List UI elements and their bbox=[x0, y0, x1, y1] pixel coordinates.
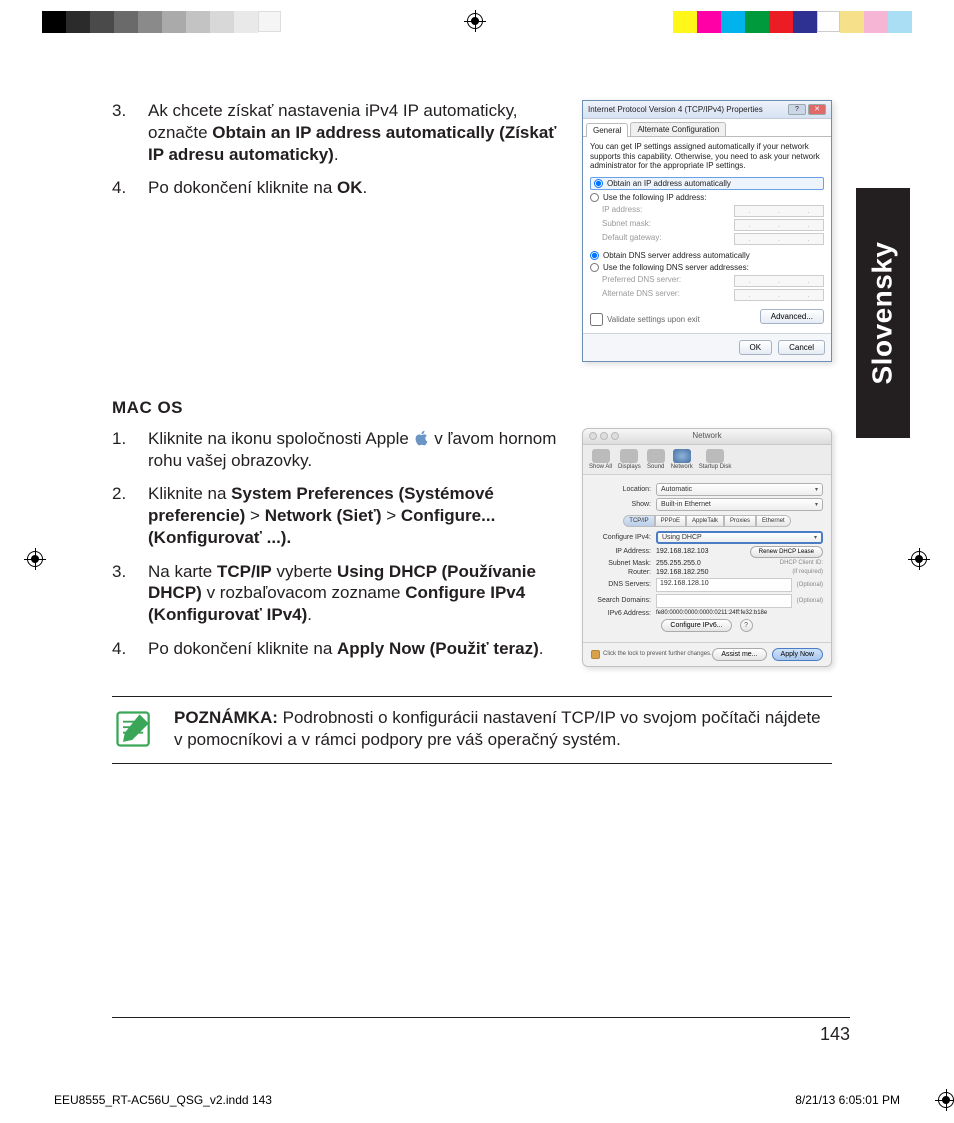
note-label: POZNÁMKA: bbox=[174, 708, 278, 727]
steps-macos: 1. Kliknite na ikonu spoločnosti Apple v… bbox=[112, 428, 564, 660]
win-adns-field[interactable]: ... bbox=[734, 289, 824, 301]
registration-mark-icon bbox=[908, 548, 930, 570]
mac-zoom-icon[interactable] bbox=[611, 432, 619, 440]
mac-tb-displays[interactable]: Displays bbox=[618, 449, 641, 470]
apple-icon bbox=[414, 430, 430, 446]
page-number: 143 bbox=[820, 1024, 850, 1045]
slug-datetime: 8/21/13 6:05:01 PM bbox=[795, 1093, 900, 1107]
win-description: You can get IP settings assigned automat… bbox=[590, 142, 824, 171]
mac-minimize-icon[interactable] bbox=[600, 432, 608, 440]
mac-assist-button[interactable]: Assist me... bbox=[712, 648, 766, 661]
mac-tab-ethernet[interactable]: Ethernet bbox=[756, 515, 791, 527]
registration-mark-icon bbox=[24, 548, 46, 570]
mac-tab-pppoe[interactable]: PPPoE bbox=[655, 515, 686, 527]
mac-tabs: TCP/IP PPPoE AppleTalk Proxies Ethernet bbox=[591, 515, 823, 527]
mac-show-select[interactable]: Built-in Ethernet▾ bbox=[656, 498, 823, 511]
win-gateway-field[interactable]: ... bbox=[734, 233, 824, 245]
mac-configure-ipv4-select[interactable]: Using DHCP▾ bbox=[656, 531, 823, 544]
mac-network-dialog: Network Show All Displays Sound Network … bbox=[582, 428, 832, 667]
mac-location-select[interactable]: Automatic▾ bbox=[656, 483, 823, 496]
win-tab-general[interactable]: General bbox=[586, 123, 628, 137]
win-tab-alternate[interactable]: Alternate Configuration bbox=[630, 122, 726, 136]
macstep-1: 1. Kliknite na ikonu spoločnosti Apple v… bbox=[112, 428, 564, 472]
slug-file: EEU8555_RT-AC56U_QSG_v2.indd 143 bbox=[54, 1093, 272, 1107]
mac-tb-sound[interactable]: Sound bbox=[647, 449, 665, 470]
note-box: POZNÁMKA: Podrobnosti o konfigurácii nas… bbox=[112, 696, 832, 764]
language-tab-label: Slovensky bbox=[867, 241, 899, 384]
mac-help-icon[interactable]: ? bbox=[740, 619, 753, 632]
mac-tb-startup[interactable]: Startup Disk bbox=[699, 449, 732, 470]
registration-mark-icon bbox=[935, 1089, 954, 1111]
win-radio-use-ip[interactable]: Use the following IP address: bbox=[590, 193, 824, 202]
mac-search-field[interactable] bbox=[656, 594, 792, 608]
mac-tab-appletalk[interactable]: AppleTalk bbox=[686, 515, 724, 527]
windows-ipv4-dialog: Internet Protocol Version 4 (TCP/IPv4) P… bbox=[582, 100, 832, 362]
win-pdns-field[interactable]: ... bbox=[734, 275, 824, 287]
win-help-icon[interactable]: ? bbox=[788, 104, 806, 115]
macos-heading: MAC OS bbox=[112, 398, 832, 418]
macstep-3: 3. Na karte TCP/IP vyberte Using DHCP (P… bbox=[112, 561, 564, 626]
steps-windows: 3. Ak chcete získať nastavenia iPv4 IP a… bbox=[112, 100, 564, 199]
win-advanced-button[interactable]: Advanced... bbox=[760, 309, 824, 324]
win-ok-button[interactable]: OK bbox=[739, 340, 773, 355]
registration-mark-icon bbox=[464, 10, 486, 32]
step-4: 4. Po dokončení kliknite na OK. bbox=[112, 177, 564, 199]
page: Slovensky 3. Ak chcete získať nastavenia… bbox=[52, 60, 900, 1065]
win-mask-field[interactable]: ... bbox=[734, 219, 824, 231]
win-radio-use-dns[interactable]: Use the following DNS server addresses: bbox=[590, 263, 824, 272]
mac-tb-network[interactable]: Network bbox=[671, 449, 693, 470]
macstep-4: 4. Po dokončení kliknite na Apply Now (P… bbox=[112, 638, 564, 660]
page-footer: 143 bbox=[112, 1017, 850, 1045]
win-ip-field[interactable]: ... bbox=[734, 205, 824, 217]
mac-apply-button[interactable]: Apply Now bbox=[772, 648, 823, 661]
mac-dns-field[interactable]: 192.168.128.10 bbox=[656, 578, 792, 592]
mac-configure-ipv6-button[interactable]: Configure IPv6... bbox=[661, 619, 731, 632]
mac-close-icon[interactable] bbox=[589, 432, 597, 440]
win-radio-auto-dns[interactable]: Obtain DNS server address automatically bbox=[590, 251, 824, 260]
macstep-2: 2. Kliknite na System Preferences (Systé… bbox=[112, 483, 564, 548]
win-radio-auto-ip[interactable]: Obtain an IP address automatically bbox=[590, 177, 824, 190]
win-close-icon[interactable]: ✕ bbox=[808, 104, 826, 115]
mac-renew-button[interactable]: Renew DHCP Lease bbox=[750, 546, 823, 558]
mac-toolbar: Show All Displays Sound Network Startup … bbox=[583, 445, 831, 475]
mac-lock[interactable]: Click the lock to prevent further change… bbox=[591, 650, 712, 659]
note-icon bbox=[112, 707, 156, 751]
win-title-text: Internet Protocol Version 4 (TCP/IPv4) P… bbox=[588, 105, 763, 114]
language-tab: Slovensky bbox=[856, 188, 910, 438]
mac-tab-tcpip[interactable]: TCP/IP bbox=[623, 515, 654, 527]
step-3: 3. Ak chcete získať nastavenia iPv4 IP a… bbox=[112, 100, 564, 165]
win-validate-check[interactable]: Validate settings upon exit bbox=[590, 313, 700, 326]
print-slug: EEU8555_RT-AC56U_QSG_v2.indd 143 8/21/13… bbox=[54, 1089, 900, 1111]
mac-tab-proxies[interactable]: Proxies bbox=[724, 515, 756, 527]
lock-icon bbox=[591, 650, 600, 659]
mac-tb-showall[interactable]: Show All bbox=[589, 449, 612, 470]
win-cancel-button[interactable]: Cancel bbox=[778, 340, 825, 355]
